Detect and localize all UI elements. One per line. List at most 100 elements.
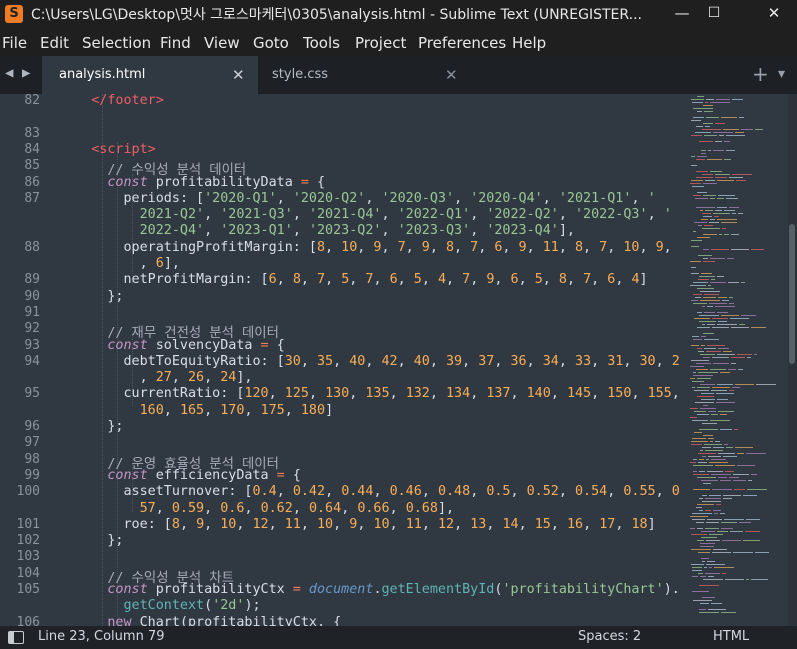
code-token: </footer> <box>59 94 164 108</box>
minimap-line <box>696 126 703 127</box>
code-token: 0.59 <box>171 500 205 516</box>
minimap-line <box>702 423 717 424</box>
code-token: 8 <box>316 239 326 255</box>
code-token: 137 <box>486 386 511 402</box>
tab-prev-arrow-icon[interactable]: ◀ <box>5 65 13 81</box>
minimap-line <box>698 225 702 226</box>
minimap-line <box>705 180 715 181</box>
menu-preferences[interactable]: Preferences <box>418 34 506 52</box>
code-token: currentRatio <box>59 386 221 402</box>
minimap-line <box>732 174 752 175</box>
minimap-line <box>692 591 709 592</box>
line-number: 84 <box>24 141 40 157</box>
minimap-line <box>716 99 730 100</box>
minimap-line <box>698 351 704 352</box>
minimap-line <box>715 210 722 211</box>
minimap-line <box>692 336 699 337</box>
menu-edit[interactable]: Edit <box>40 34 69 52</box>
code-token: '2020-Q4' <box>470 190 543 206</box>
cursor-position[interactable]: Line 23, Column 79 <box>38 629 165 644</box>
code-area[interactable]: </footer> <script> // 수익성 분석 데이터 const p… <box>56 94 680 626</box>
minimap-line <box>703 249 709 250</box>
code-line: assetTurnover: [0.4, 0.42, 0.44, 0.46, 0… <box>59 484 680 499</box>
code-token: , <box>429 239 446 255</box>
minimap-line <box>703 297 716 298</box>
minimap-line <box>707 471 723 472</box>
code-token: 8 <box>171 516 180 532</box>
minimap-line <box>713 150 724 151</box>
line-number: 104 <box>16 565 40 581</box>
tab-close-icon[interactable]: ✕ <box>232 56 245 94</box>
minimap-line <box>716 402 735 403</box>
maximize-button[interactable]: ☐ <box>691 0 737 28</box>
menu-tools[interactable]: Tools <box>303 34 340 52</box>
minimap-line <box>738 213 743 214</box>
minimap-line <box>693 489 710 490</box>
code-token: '2023-Q3' <box>397 223 471 239</box>
minimap-line <box>733 552 753 553</box>
menu-view[interactable]: View <box>204 34 240 52</box>
code-token: , <box>365 353 382 369</box>
minimap-line <box>693 372 696 373</box>
minimap-line <box>701 345 705 346</box>
minimap-line <box>743 540 760 541</box>
code-token: 37 <box>478 353 495 369</box>
code-token: }; <box>59 419 124 434</box>
code-token: ). <box>663 582 680 597</box>
tab-analysis-html[interactable]: analysis.html ✕ <box>42 56 258 94</box>
minimap-line <box>705 498 721 499</box>
indentation-setting[interactable]: Spaces: 2 <box>578 629 641 644</box>
tab-style-css[interactable]: style.css ✕ <box>258 56 468 94</box>
code-token: '2021-Q4' <box>308 207 382 223</box>
minimap-line <box>690 462 696 463</box>
code-token: : [ <box>228 484 253 500</box>
new-tab-plus-icon[interactable]: + <box>752 62 769 86</box>
code-token: , <box>155 500 172 516</box>
code-token: 160 <box>59 402 164 418</box>
code-token: 33 <box>574 353 592 369</box>
code-line: currentRatio: [120, 125, 130, 135, 132, … <box>59 386 679 402</box>
minimap-line <box>722 540 741 541</box>
menu-project[interactable]: Project <box>355 34 406 52</box>
minimap-line <box>702 447 711 448</box>
minimap-line <box>729 477 739 478</box>
minimap-line <box>696 159 705 160</box>
tab-next-arrow-icon[interactable]: ▶ <box>22 65 30 81</box>
minimap-line <box>735 132 744 133</box>
tab-close-icon[interactable]: ✕ <box>445 56 458 94</box>
code-token: }; <box>59 288 124 304</box>
minimap-line <box>709 303 727 304</box>
minimap-line <box>694 432 702 433</box>
minimap[interactable] <box>688 94 788 626</box>
code-token: , <box>397 353 414 369</box>
minimap-line <box>712 387 730 388</box>
vertical-scrollbar[interactable] <box>788 94 797 626</box>
code-token: '2022-Q3' <box>575 207 648 223</box>
minimap-line <box>755 552 769 553</box>
minimap-line <box>696 363 711 364</box>
code-token: , <box>276 484 293 500</box>
scrollbar-thumb[interactable] <box>789 224 795 364</box>
menu-goto[interactable]: Goto <box>253 34 289 52</box>
minimap-line <box>723 129 739 130</box>
code-token: , <box>381 223 398 239</box>
tab-overflow-chevron-icon[interactable]: ▾ <box>778 66 785 82</box>
menu-help[interactable]: Help <box>512 34 546 52</box>
syntax-mode[interactable]: HTML <box>713 629 749 644</box>
code-token: , <box>655 484 672 500</box>
menu-file[interactable]: File <box>2 34 27 52</box>
show-panel-icon[interactable] <box>8 631 24 644</box>
code-token: , <box>591 386 608 402</box>
minimap-line <box>720 480 731 481</box>
code-token: , <box>204 402 221 418</box>
menu-find[interactable]: Find <box>160 34 191 52</box>
code-token: 42 <box>381 353 398 369</box>
menu-selection[interactable]: Selection <box>82 34 151 52</box>
close-window-button[interactable]: ✕ <box>751 0 797 28</box>
minimap-line <box>700 354 715 355</box>
code-token: ], <box>437 500 455 516</box>
line-number: 88 <box>24 239 40 255</box>
minimap-line <box>700 603 709 604</box>
code-token: 0.46 <box>389 484 422 500</box>
minimap-line <box>693 282 708 283</box>
